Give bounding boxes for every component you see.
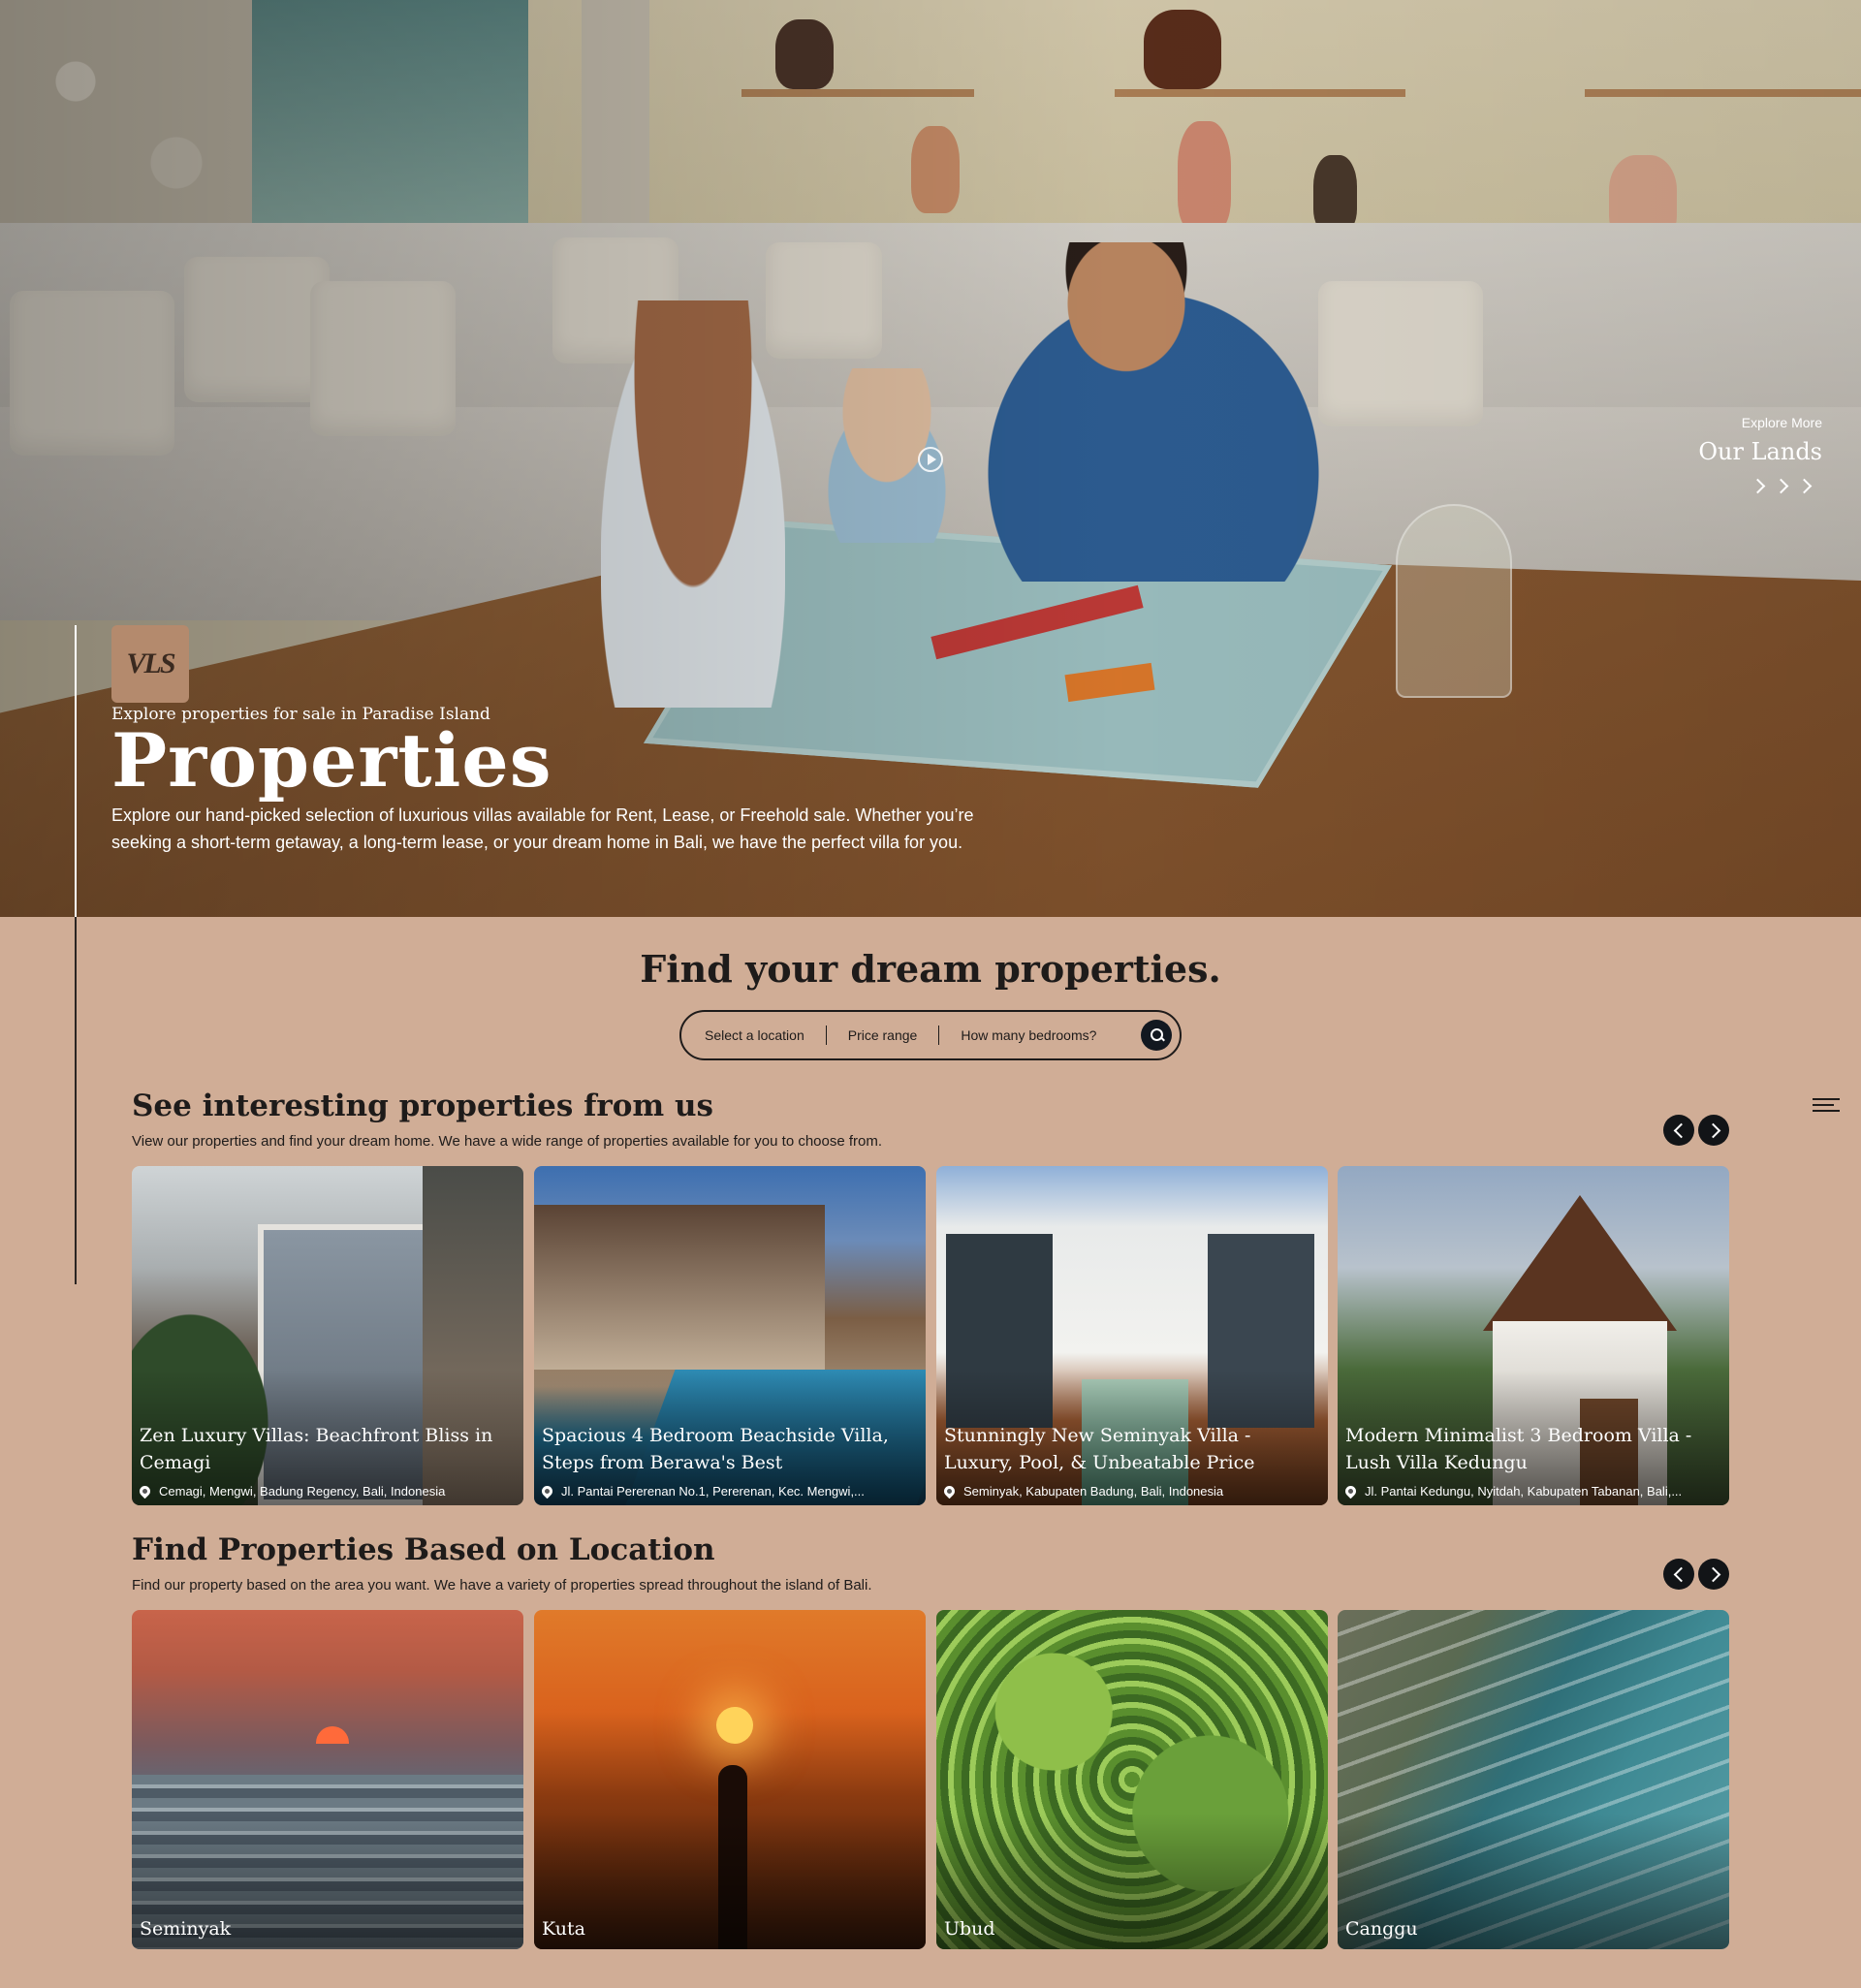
hero-section: VLS Explore properties for sale in Parad…: [0, 0, 1861, 917]
property-card-title: Zen Luxury Villas: Beachfront Bliss in C…: [140, 1425, 493, 1473]
property-card[interactable]: Zen Luxury Villas: Beachfront Bliss in C…: [132, 1166, 523, 1505]
triple-chevron-right-icon: [1745, 478, 1822, 500]
featured-section-title: See interesting properties from us: [132, 1089, 714, 1123]
location-card-name: Seminyak: [140, 1918, 232, 1940]
featured-section-description: View our properties and find your dream …: [132, 1133, 883, 1150]
play-circle-icon[interactable]: [918, 447, 943, 472]
search-divider: [825, 1026, 827, 1045]
chevron-right-icon[interactable]: [1698, 1559, 1729, 1590]
brand-logo-mark: VLS: [126, 647, 175, 679]
brand-logo[interactable]: VLS: [111, 625, 189, 703]
property-card-location: Jl. Pantai Kedungu, Nyitdah, Kabupaten T…: [1345, 1484, 1721, 1499]
property-card-location: Jl. Pantai Pererenan No.1, Pererenan, Ke…: [542, 1484, 918, 1499]
location-card-name: Kuta: [542, 1918, 585, 1940]
search-divider: [938, 1026, 940, 1045]
chevron-left-icon[interactable]: [1663, 1559, 1694, 1590]
location-card[interactable]: Ubud: [936, 1610, 1328, 1949]
search-icon[interactable]: [1141, 1020, 1172, 1051]
property-search-bar: Select a location Price range How many b…: [679, 1010, 1182, 1060]
hamburger-menu-icon[interactable]: [1813, 1098, 1840, 1114]
bedrooms-select[interactable]: How many bedrooms?: [961, 1027, 1096, 1043]
property-card[interactable]: Modern Minimalist 3 Bedroom Villa - Lush…: [1338, 1166, 1729, 1505]
map-pin-icon: [140, 1484, 153, 1499]
property-card[interactable]: Spacious 4 Bedroom Beachside Villa, Step…: [534, 1166, 926, 1505]
property-card-location-text: Jl. Pantai Kedungu, Nyitdah, Kabupaten T…: [1365, 1484, 1683, 1499]
location-card-name: Canggu: [1345, 1918, 1418, 1940]
search-title: Find your dream properties.: [640, 947, 1221, 991]
property-card-location-text: Cemagi, Mengwi, Badung Regency, Bali, In…: [159, 1484, 446, 1499]
map-pin-icon: [542, 1484, 555, 1499]
locations-section-title: Find Properties Based on Location: [132, 1532, 715, 1567]
property-card-location-text: Seminyak, Kabupaten Badung, Bali, Indone…: [963, 1484, 1224, 1499]
property-card-location: Seminyak, Kabupaten Badung, Bali, Indone…: [944, 1484, 1320, 1499]
price-range-select[interactable]: Price range: [848, 1027, 918, 1043]
locations-section-description: Find our property based on the area you …: [132, 1577, 872, 1594]
location-card[interactable]: Seminyak: [132, 1610, 523, 1949]
property-card-location-text: Jl. Pantai Pererenan No.1, Pererenan, Ke…: [561, 1484, 865, 1499]
page-title: Properties: [111, 717, 552, 804]
location-card[interactable]: Canggu: [1338, 1610, 1729, 1949]
location-card[interactable]: Kuta: [534, 1610, 926, 1949]
property-card-title: Stunningly New Seminyak Villa - Luxury, …: [944, 1425, 1255, 1473]
property-card-title: Spacious 4 Bedroom Beachside Villa, Step…: [542, 1425, 889, 1473]
chevron-right-icon[interactable]: [1698, 1115, 1729, 1146]
chevron-left-icon[interactable]: [1663, 1115, 1694, 1146]
explore-more-label: Explore More: [1741, 415, 1822, 430]
explore-more-link[interactable]: Explore More Our Lands: [1698, 415, 1822, 494]
location-select[interactable]: Select a location: [705, 1027, 804, 1043]
property-card-location: Cemagi, Mengwi, Badung Regency, Bali, In…: [140, 1484, 516, 1499]
property-card-title: Modern Minimalist 3 Bedroom Villa - Lush…: [1345, 1425, 1692, 1473]
map-pin-icon: [1345, 1484, 1359, 1499]
decorative-vertical-line-highlight: [75, 625, 77, 917]
map-pin-icon: [944, 1484, 958, 1499]
property-card[interactable]: Stunningly New Seminyak Villa - Luxury, …: [936, 1166, 1328, 1505]
hero-description: Explore our hand-picked selection of lux…: [111, 805, 974, 852]
our-lands-label: Our Lands: [1698, 438, 1822, 465]
location-card-name: Ubud: [944, 1918, 995, 1940]
